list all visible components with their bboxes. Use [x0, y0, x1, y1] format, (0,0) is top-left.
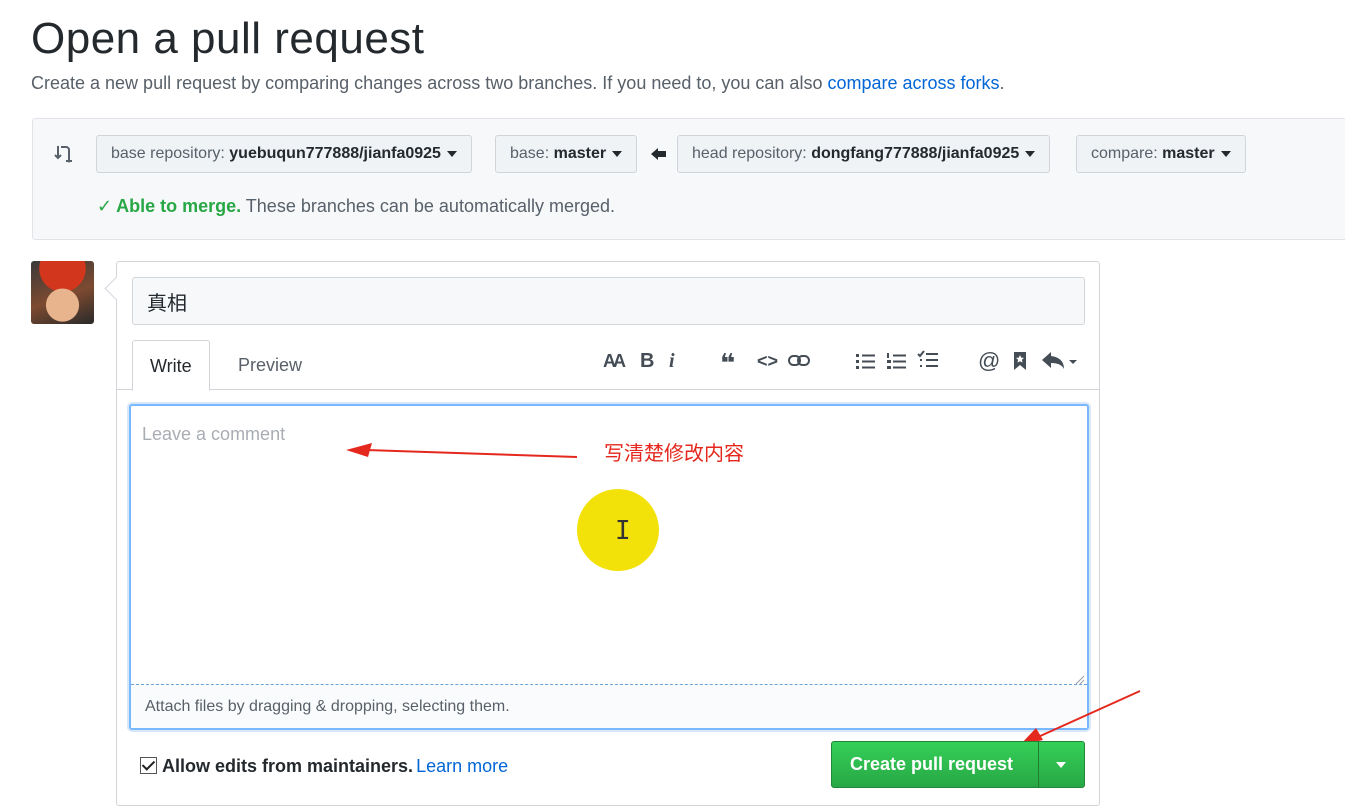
- button-divider: [1038, 742, 1039, 787]
- learn-more-link[interactable]: Learn more: [416, 756, 508, 776]
- annotation-arrows: [346, 443, 1141, 745]
- create-pull-request-button[interactable]: Create pull request: [831, 741, 1085, 788]
- create-options-dropdown-icon[interactable]: [1056, 762, 1066, 768]
- allow-edits-label: Allow edits from maintainers.: [162, 756, 414, 776]
- annotation-arrow-left: [346, 443, 578, 458]
- create-pull-request-label: Create pull request: [850, 754, 1014, 774]
- annotation-arrow-button: [1020, 690, 1141, 745]
- allow-edits-checkbox[interactable]: [140, 757, 157, 774]
- allow-edits-option[interactable]: Allow edits from maintainers. Learn more: [140, 756, 508, 777]
